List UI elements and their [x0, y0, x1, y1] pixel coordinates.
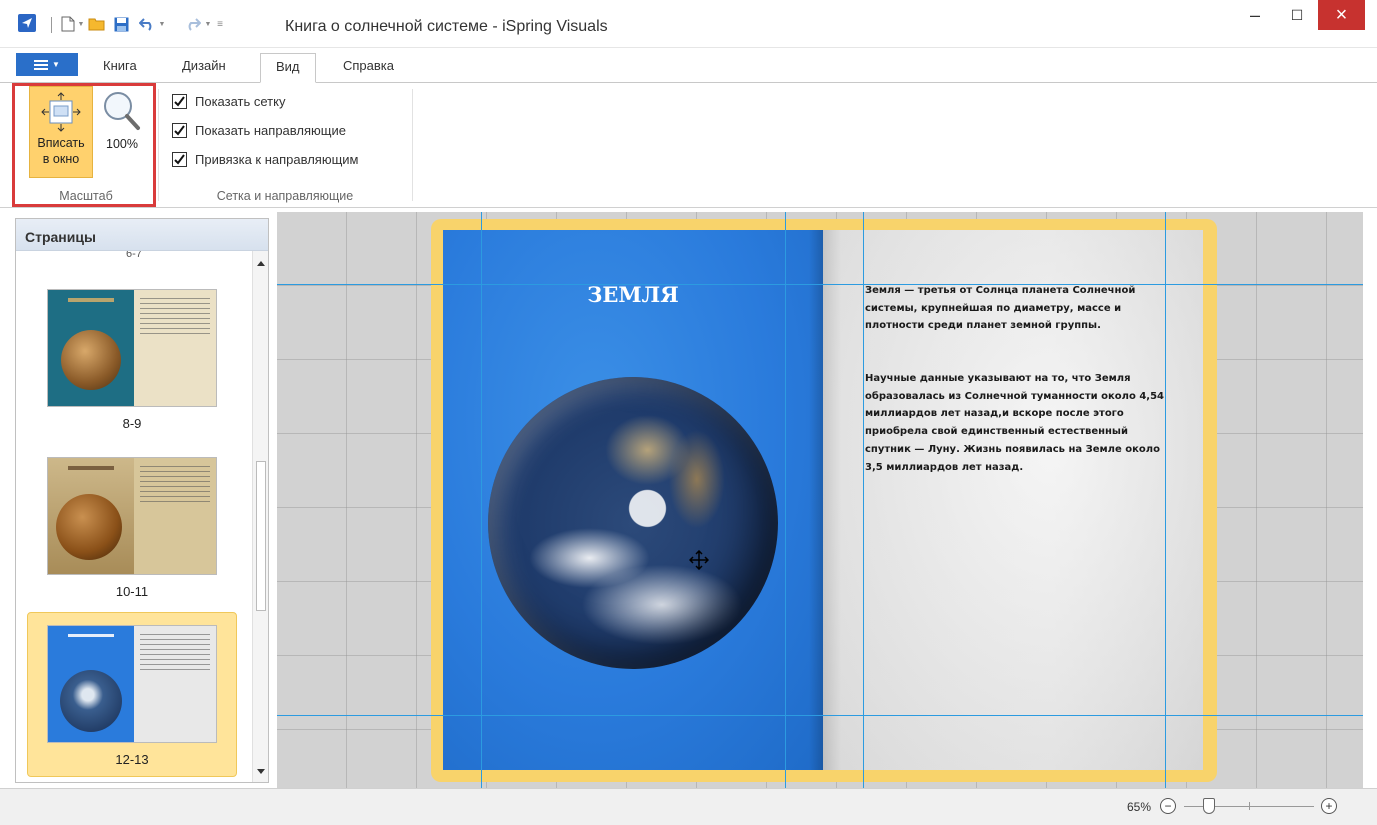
- pages-panel-title: Страницы: [16, 219, 268, 251]
- window-title: Книга о солнечной системе - iSpring Visu…: [285, 18, 608, 35]
- group-separator: [412, 89, 413, 201]
- open-folder-icon[interactable]: [88, 14, 106, 34]
- page-thumbnail-12-13[interactable]: 12-13: [27, 612, 237, 777]
- scrollbar-thumb[interactable]: [256, 461, 266, 611]
- scroll-up-icon[interactable]: [257, 261, 265, 266]
- app-logo-icon[interactable]: [18, 14, 36, 32]
- minimize-button[interactable]: –: [1240, 0, 1270, 30]
- page-label: 8-9: [122, 416, 142, 431]
- earth-image[interactable]: [488, 377, 778, 669]
- guide-line[interactable]: [1165, 212, 1166, 788]
- tab-view[interactable]: Вид: [260, 53, 316, 83]
- pages-panel: Страницы 6-7 8-9 10-11 12-13: [15, 218, 269, 783]
- status-bar: 65% − +: [0, 788, 1377, 825]
- zoom-slider-handle[interactable]: [1203, 798, 1215, 814]
- book-spread[interactable]: ЗЕМЛЯ Земля — третья от Солнца планета С…: [431, 219, 1217, 782]
- page-thumbnail-8-9[interactable]: 8-9: [27, 277, 237, 442]
- zoom-slider-tick: [1249, 802, 1250, 810]
- save-icon[interactable]: [112, 14, 130, 34]
- undo-dropdown-icon[interactable]: ▼: [158, 14, 166, 34]
- redo-dropdown-icon[interactable]: ▼: [204, 14, 212, 34]
- guide-line[interactable]: [785, 212, 786, 788]
- menu-icon: [34, 59, 49, 70]
- close-button[interactable]: ×: [1318, 0, 1365, 30]
- page-heading[interactable]: ЗЕМЛЯ: [443, 282, 823, 307]
- zoom-out-button[interactable]: −: [1160, 798, 1176, 814]
- ribbon: Вписать в окно 100% Масштаб Показать сет…: [0, 83, 1377, 208]
- zoom-in-button[interactable]: +: [1321, 798, 1337, 814]
- zoom-level: 65%: [1127, 800, 1152, 814]
- scroll-down-icon[interactable]: [257, 769, 265, 774]
- thumbnail-image: [47, 625, 217, 743]
- tab-design[interactable]: Дизайн: [167, 53, 241, 83]
- grid-guides-group-title: Сетка и направляющие: [216, 189, 354, 203]
- ribbon-tab-bar: ▼ Книга Дизайн Вид Справка: [0, 48, 1377, 83]
- page-label: 10-11: [115, 584, 149, 599]
- page-thumbnail-10-11[interactable]: 10-11: [27, 445, 237, 610]
- new-file-icon[interactable]: [59, 14, 77, 34]
- title-bar: ▼ ▼ ▼ ≡ Книга о солнечной системе - iSpr…: [0, 0, 1377, 48]
- page-label-partial: 6-7: [126, 251, 142, 260]
- grid-guides-group: Сетка и направляющие: [160, 83, 410, 208]
- guide-line[interactable]: [277, 284, 1363, 285]
- chevron-down-icon: ▼: [52, 60, 60, 69]
- editor-canvas[interactable]: ЗЕМЛЯ Земля — третья от Солнца планета С…: [277, 212, 1363, 788]
- undo-icon[interactable]: [138, 14, 156, 34]
- customize-toolbar-icon[interactable]: ≡: [216, 14, 224, 34]
- text-paragraph-2[interactable]: Научные данные указывают на то, что Земл…: [865, 370, 1165, 476]
- toolbar-separator: [51, 17, 52, 33]
- pages-scrollbar[interactable]: [252, 251, 268, 782]
- guide-line[interactable]: [277, 715, 1363, 716]
- left-page[interactable]: ЗЕМЛЯ: [443, 230, 823, 770]
- tab-book[interactable]: Книга: [88, 53, 152, 83]
- group-separator: [158, 89, 159, 201]
- file-menu-button[interactable]: ▼: [16, 53, 78, 76]
- thumbnail-image: [47, 457, 217, 575]
- move-cursor-icon: [689, 550, 709, 570]
- new-file-dropdown-icon[interactable]: ▼: [77, 14, 85, 34]
- highlight-box: [12, 83, 156, 207]
- maximize-button[interactable]: ☐: [1282, 0, 1312, 30]
- right-page[interactable]: Земля — третья от Солнца планета Солнечн…: [823, 230, 1203, 770]
- tab-help[interactable]: Справка: [328, 53, 409, 83]
- guide-line[interactable]: [481, 212, 482, 788]
- page-label: 12-13: [115, 752, 149, 767]
- redo-icon[interactable]: [184, 14, 202, 34]
- thumbnail-image: [47, 289, 217, 407]
- guide-line[interactable]: [863, 212, 864, 788]
- text-paragraph-1[interactable]: Земля — третья от Солнца планета Солнечн…: [865, 282, 1165, 335]
